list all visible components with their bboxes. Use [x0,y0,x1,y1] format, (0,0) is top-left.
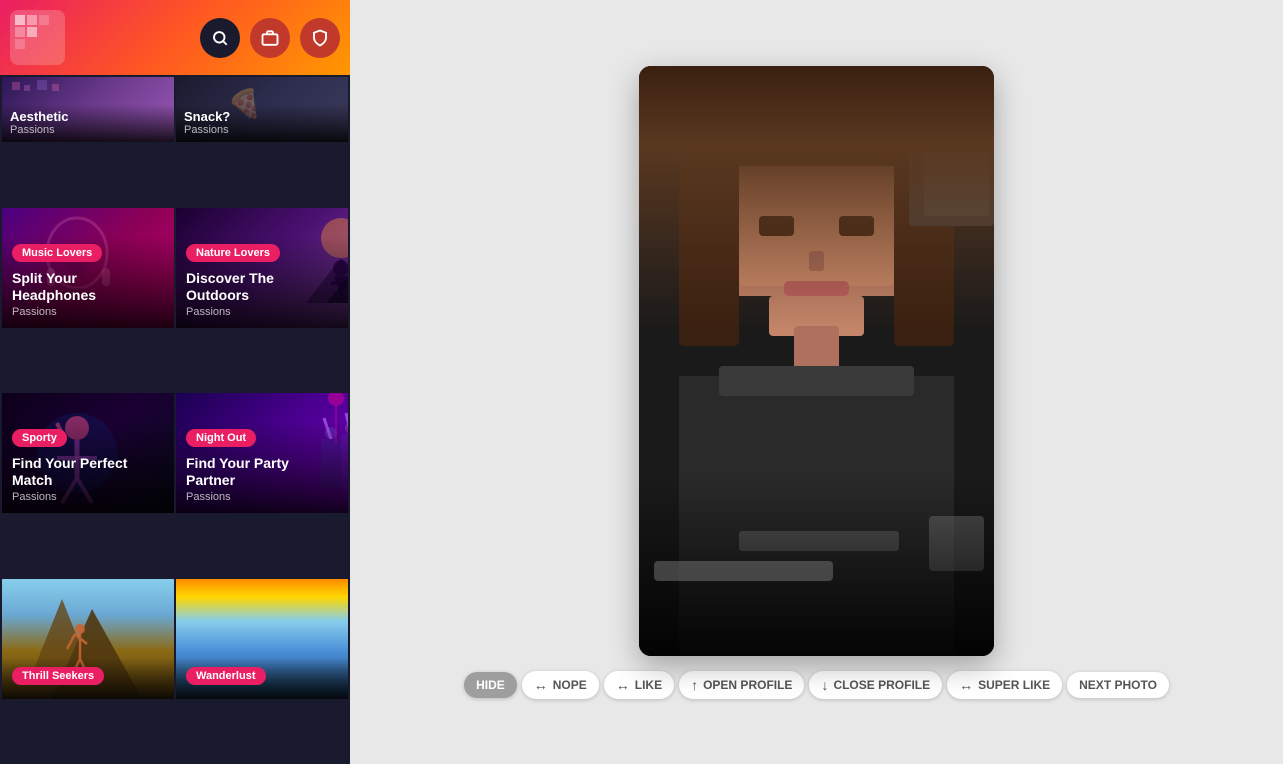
next-photo-shortcut-button[interactable]: NEXT PHOTO [1067,672,1169,698]
nope-shortcut-icon: ↔ [534,677,548,693]
snack-subtitle: Passions [184,124,340,136]
sidebar: Aesthetic Passions 🍕 Snack? Passions [0,0,350,764]
nightout-title: Find Your Party Partner [186,455,338,489]
close-profile-shortcut-button[interactable]: ↓ CLOSE PROFILE [809,671,942,699]
main-content: HIDE ↔ NOPE ↔ LIKE ↑ OPEN PROFILE ↓ CLOS… [350,0,1283,764]
passion-card-sporty[interactable]: Sporty Find Your Perfect Match Passions [2,393,174,513]
nightout-subtitle: Passions [186,491,338,503]
passion-card-thrill[interactable]: Thrill Seekers [2,579,174,699]
passion-card-snack[interactable]: 🍕 Snack? Passions [176,77,348,142]
open-profile-icon: ↑ [691,677,698,693]
passion-card-wanderlust[interactable]: Wanderlust [176,579,348,699]
snack-title: Snack? [184,109,340,124]
super-like-shortcut-button[interactable]: ↔ SUPER LIKE [947,671,1062,699]
sidebar-header [0,0,350,75]
sporty-tag: Sporty [12,429,67,447]
passion-card-music[interactable]: Music Lovers Split Your Headphones Passi… [2,208,174,328]
hide-shortcut-button[interactable]: HIDE [464,672,517,698]
passion-card-aesthetic[interactable]: Aesthetic Passions [2,77,174,142]
sporty-subtitle: Passions [12,491,164,503]
open-profile-shortcut-button[interactable]: ↑ OPEN PROFILE [679,671,804,699]
thrill-tag: Thrill Seekers [12,667,104,685]
header-icons [200,18,340,58]
super-like-label: SUPER LIKE [978,678,1050,692]
profile-card [639,66,994,656]
case-icon-button[interactable] [250,18,290,58]
like-shortcut-button[interactable]: ↔ LIKE [604,671,674,699]
like-label: LIKE [635,678,662,692]
shield-icon-button[interactable] [300,18,340,58]
like-shortcut-icon: ↔ [616,677,630,693]
nature-tag: Nature Lovers [186,244,280,262]
search-icon-button[interactable] [200,18,240,58]
nature-title: Discover The Outdoors [186,270,338,304]
aesthetic-subtitle: Passions [10,124,166,136]
aesthetic-title: Aesthetic [10,109,166,124]
passion-card-nature[interactable]: Nature Lovers Discover The Outdoors Pass… [176,208,348,328]
logo [10,10,65,65]
super-like-shortcut-icon: ↔ [959,677,973,693]
close-profile-label: CLOSE PROFILE [833,678,930,692]
sporty-title: Find Your Perfect Match [12,455,164,489]
hide-label: HIDE [476,678,505,692]
passions-grid: Aesthetic Passions 🍕 Snack? Passions [0,75,350,764]
nightout-tag: Night Out [186,429,256,447]
next-photo-label: NEXT PHOTO [1079,678,1157,692]
music-subtitle: Passions [12,306,164,318]
profile-photo [639,66,994,656]
open-profile-label: OPEN PROFILE [703,678,792,692]
nope-label: NOPE [553,678,587,692]
nature-subtitle: Passions [186,306,338,318]
music-tag: Music Lovers [12,244,102,262]
nope-shortcut-button[interactable]: ↔ NOPE [522,671,599,699]
music-title: Split Your Headphones [12,270,164,304]
passion-card-nightout[interactable]: Night Out Find Your Party Partner Passio… [176,393,348,513]
close-profile-icon: ↓ [821,677,828,693]
shortcuts-bar: HIDE ↔ NOPE ↔ LIKE ↑ OPEN PROFILE ↓ CLOS… [464,671,1169,699]
wanderlust-tag: Wanderlust [186,667,266,685]
